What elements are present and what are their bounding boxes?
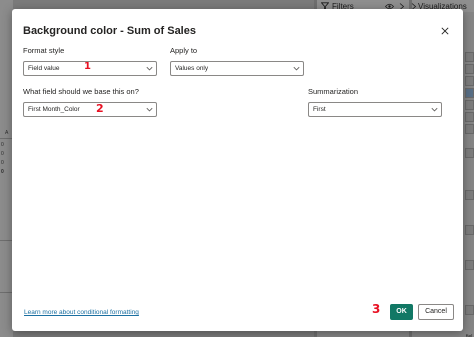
ok-button[interactable]: OK — [390, 304, 413, 320]
visual-type-icon[interactable] — [465, 305, 474, 315]
base-field-dropdown[interactable]: First Month_Color — [23, 102, 157, 117]
base-field-value: First Month_Color — [28, 106, 80, 113]
table-cell: 0 — [1, 160, 4, 166]
visual-type-icon[interactable] — [465, 225, 474, 235]
apply-to-dropdown[interactable]: Values only — [170, 61, 304, 76]
chevron-down-icon — [146, 107, 153, 112]
visual-type-icon[interactable] — [465, 112, 474, 122]
table-cell: 0 — [1, 142, 4, 148]
table-cell: 0 — [1, 169, 4, 175]
annotation-marker-3: 3 — [372, 302, 381, 316]
table-cell: 0 — [1, 151, 4, 157]
background-color-dialog: Background color - Sum of Sales Format s… — [12, 9, 463, 331]
cancel-button[interactable]: Cancel — [418, 304, 454, 320]
dialog-title: Background color - Sum of Sales — [23, 25, 196, 37]
summarization-label: Summarization — [308, 87, 359, 96]
chevron-down-icon — [293, 66, 300, 71]
visual-type-icon[interactable] — [465, 64, 474, 74]
learn-more-link[interactable]: Learn more about conditional formatting — [24, 309, 139, 317]
format-style-label: Format style — [23, 46, 65, 55]
visual-type-icon[interactable] — [465, 148, 474, 158]
visual-type-icon[interactable] — [465, 76, 474, 86]
summarization-dropdown[interactable]: First — [308, 102, 442, 117]
apply-to-label: Apply to — [170, 46, 198, 55]
visual-type-icon[interactable] — [465, 52, 474, 62]
visual-type-icon[interactable] — [465, 190, 474, 200]
format-style-value: Field value — [28, 65, 60, 72]
close-button[interactable] — [439, 25, 451, 37]
visual-type-icon[interactable] — [465, 100, 474, 110]
visual-type-icon[interactable] — [465, 124, 474, 134]
format-style-dropdown[interactable]: Field value — [23, 61, 157, 76]
table-header-cell: A — [5, 130, 9, 136]
summarization-value: First — [313, 106, 326, 113]
chevron-down-icon — [146, 66, 153, 71]
visual-type-icon[interactable] — [465, 260, 474, 270]
visual-type-icon[interactable] — [465, 88, 474, 98]
apply-to-value: Values only — [175, 65, 209, 72]
base-field-label: What field should we base this on? — [23, 87, 139, 96]
close-icon — [441, 27, 449, 35]
chevron-down-icon — [431, 107, 438, 112]
